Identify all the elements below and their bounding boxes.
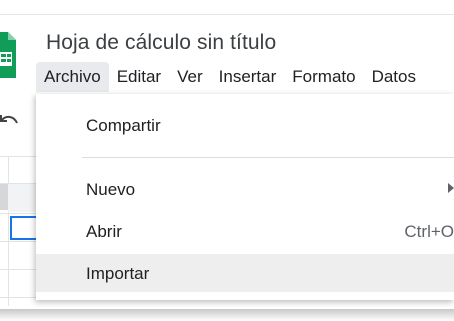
column-header[interactable] xyxy=(8,184,36,212)
grid-line xyxy=(0,156,36,157)
menu-item-label: Abrir xyxy=(86,222,122,241)
menu-item-compartir[interactable]: Compartir xyxy=(36,106,454,144)
sheets-logo-icon[interactable] xyxy=(0,32,16,78)
menu-item-label: Compartir xyxy=(86,116,161,135)
spreadsheet-grid[interactable] xyxy=(0,156,36,306)
grid-line xyxy=(0,241,36,242)
menu-ver[interactable]: Ver xyxy=(169,62,211,92)
menu-item-importar[interactable]: Importar xyxy=(36,254,454,292)
menubar: Archivo Editar Ver Insertar Formato Dato… xyxy=(36,62,424,92)
grid-line xyxy=(0,213,36,214)
menu-datos[interactable]: Datos xyxy=(364,62,424,92)
menu-item-shortcut: Ctrl+O xyxy=(404,222,454,241)
undo-icon[interactable] xyxy=(0,112,20,132)
menu-item-label: Nuevo xyxy=(86,180,136,199)
grid-line xyxy=(0,297,36,298)
menu-archivo[interactable]: Archivo xyxy=(36,62,109,92)
menu-item-nuevo[interactable]: Nuevo xyxy=(36,170,454,208)
row-header[interactable] xyxy=(0,184,8,210)
document-title[interactable]: Hoja de cálculo sin título xyxy=(46,31,276,55)
menu-formato[interactable]: Formato xyxy=(284,62,363,92)
grid-line xyxy=(0,269,36,270)
window-bottom-shadow xyxy=(0,309,454,321)
submenu-arrow-icon xyxy=(448,183,454,193)
menu-editar[interactable]: Editar xyxy=(109,62,169,92)
grid-line xyxy=(8,156,9,306)
menu-item-label: Importar xyxy=(86,264,150,283)
menu-item-abrir[interactable]: Abrir Ctrl+O xyxy=(36,212,454,250)
window-top-border xyxy=(0,14,454,15)
app-window: Hoja de cálculo sin título Archivo Edita… xyxy=(0,0,454,321)
selected-cell[interactable] xyxy=(10,216,36,240)
file-menu-dropdown: Compartir Nuevo Abrir Ctrl+O Importar xyxy=(36,94,454,300)
menu-insertar[interactable]: Insertar xyxy=(211,62,285,92)
menu-separator xyxy=(82,157,454,158)
